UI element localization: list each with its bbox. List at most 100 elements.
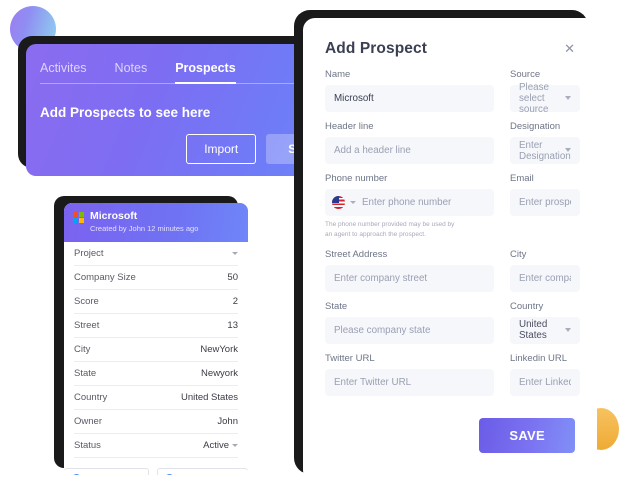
row-label: Owner xyxy=(74,416,102,428)
designation-label: Designation xyxy=(510,121,561,132)
chevron-down-icon xyxy=(564,148,571,152)
prospect-card-body: Project Company Size 50 Score 2 Street 1… xyxy=(64,242,248,475)
tab-prospects[interactable]: Prospects xyxy=(175,61,236,84)
header-line-label: Header line xyxy=(325,121,374,132)
status-label: Status xyxy=(74,440,101,452)
prospect-row-status[interactable]: Status Active xyxy=(74,434,238,459)
search-twitter-button[interactable]: @ Search in Twitter xyxy=(64,468,150,475)
row-value: John xyxy=(217,416,238,428)
prospect-company-name: Microsoft xyxy=(90,210,138,222)
status-value: Active xyxy=(203,440,229,452)
prospect-card-actions: @ Search in Twitter @ Search in Linkedin xyxy=(64,458,248,475)
source-value: Please select source xyxy=(519,82,549,115)
row-label: Score xyxy=(74,296,99,308)
source-select[interactable]: Please select source xyxy=(510,82,580,115)
search-twitter-label: Search in Twitter xyxy=(85,474,141,475)
save-button[interactable]: SAVE xyxy=(479,417,575,453)
field-city: City xyxy=(510,249,580,292)
page-title: Add Prospect xyxy=(325,40,427,57)
field-twitter: Twitter URL xyxy=(325,353,494,396)
row-value: NewYork xyxy=(200,344,238,356)
tab-activites[interactable]: Activites xyxy=(40,61,87,84)
prospect-created-meta: Created by John 12 minutes ago xyxy=(90,224,199,234)
at-circle-icon: @ xyxy=(72,474,82,475)
row-value: Newyork xyxy=(201,368,238,380)
email-field[interactable] xyxy=(510,189,580,216)
state-label: State xyxy=(325,300,348,312)
linkedin-url-input[interactable] xyxy=(510,368,580,396)
city-input[interactable] xyxy=(510,264,580,292)
row-label: Company Size xyxy=(74,272,136,284)
field-name: Name xyxy=(325,69,494,112)
phone-helper-text: The phone number provided may be used by… xyxy=(325,221,455,238)
state-input[interactable] xyxy=(325,316,494,344)
phone-input-group[interactable] xyxy=(325,189,494,216)
phone-label: Phone number xyxy=(325,173,388,184)
prospect-card-header-text: Microsoft Created by John 12 minutes ago xyxy=(90,210,198,234)
table-row: Company Size 50 xyxy=(74,266,238,291)
field-state: State xyxy=(325,301,494,344)
modal-footer: SAVE xyxy=(325,417,575,453)
close-icon[interactable]: ✕ xyxy=(564,40,575,55)
chevron-down-icon xyxy=(564,96,571,100)
modal-form-grid: Name Source Please select source Header … xyxy=(325,69,580,405)
field-street: Street Address xyxy=(325,249,494,292)
tab-notes[interactable]: Notes xyxy=(115,61,148,84)
city-label: City xyxy=(510,248,527,260)
row-label: State xyxy=(74,368,97,380)
email-label: Email xyxy=(510,173,534,184)
twitter-label: Twitter URL xyxy=(325,352,375,364)
chevron-down-icon xyxy=(232,252,238,256)
prospect-card: Microsoft Created by John 12 minutes ago… xyxy=(64,203,248,475)
header-line-input[interactable] xyxy=(325,137,494,164)
modal-header: Add Prospect ✕ xyxy=(325,40,575,58)
microsoft-logo-icon xyxy=(73,212,84,223)
field-header-line: Header line xyxy=(325,121,494,164)
row-value: 2 xyxy=(232,296,238,308)
prospect-row-project[interactable]: Project xyxy=(74,242,238,267)
project-dropdown[interactable] xyxy=(232,252,238,256)
source-label: Source xyxy=(510,69,541,80)
chevron-down-icon xyxy=(232,444,238,448)
name-input[interactable] xyxy=(325,85,494,112)
street-input[interactable] xyxy=(325,264,494,292)
row-value: 13 xyxy=(227,320,238,332)
country-select[interactable]: United States xyxy=(510,316,580,344)
table-row: Score 2 xyxy=(74,290,238,315)
field-designation: Designation Enter Designation xyxy=(510,121,580,164)
field-country: Country United States xyxy=(510,301,580,344)
field-source: Source Please select source xyxy=(510,69,580,115)
table-row: Owner John xyxy=(74,410,238,435)
field-phone: Phone number The phone number provided m… xyxy=(325,173,494,240)
table-row: Country United States xyxy=(74,386,238,411)
us-flag-icon[interactable] xyxy=(332,196,345,209)
row-label: City xyxy=(74,344,91,356)
search-linkedin-button[interactable]: @ Search in Linkedin xyxy=(157,468,248,475)
row-value: 50 xyxy=(227,272,238,284)
table-row: Street 13 xyxy=(74,314,238,339)
street-label: Street Address xyxy=(325,248,388,260)
row-label: Street xyxy=(74,320,100,332)
screenshot-stage: Activites Notes Prospects Add Prospects … xyxy=(0,0,621,500)
country-value: United States xyxy=(519,319,548,341)
chevron-down-icon[interactable] xyxy=(350,201,356,204)
table-row: City NewYork xyxy=(74,338,238,363)
designation-value: Enter Designation xyxy=(519,139,571,162)
add-prospect-modal: Add Prospect ✕ Name Source Please select… xyxy=(303,18,597,482)
designation-select[interactable]: Enter Designation xyxy=(510,137,580,164)
phone-input[interactable] xyxy=(362,197,494,208)
linkedin-label: Linkedin URL xyxy=(510,352,568,364)
status-badge[interactable]: Active xyxy=(203,440,238,451)
row-label: Country xyxy=(74,392,108,404)
search-linkedin-label: Search in Linkedin xyxy=(178,474,240,475)
chevron-down-icon xyxy=(564,327,571,332)
import-button[interactable]: Import xyxy=(186,134,257,164)
table-row: State Newyork xyxy=(74,362,238,387)
name-label: Name xyxy=(325,69,351,80)
country-label: Country xyxy=(510,300,544,312)
at-circle-icon: @ xyxy=(165,474,175,475)
field-email: Email xyxy=(510,173,580,240)
field-linkedin: Linkedin URL xyxy=(510,353,580,396)
twitter-url-input[interactable] xyxy=(325,368,494,396)
row-value: United States xyxy=(180,392,238,404)
